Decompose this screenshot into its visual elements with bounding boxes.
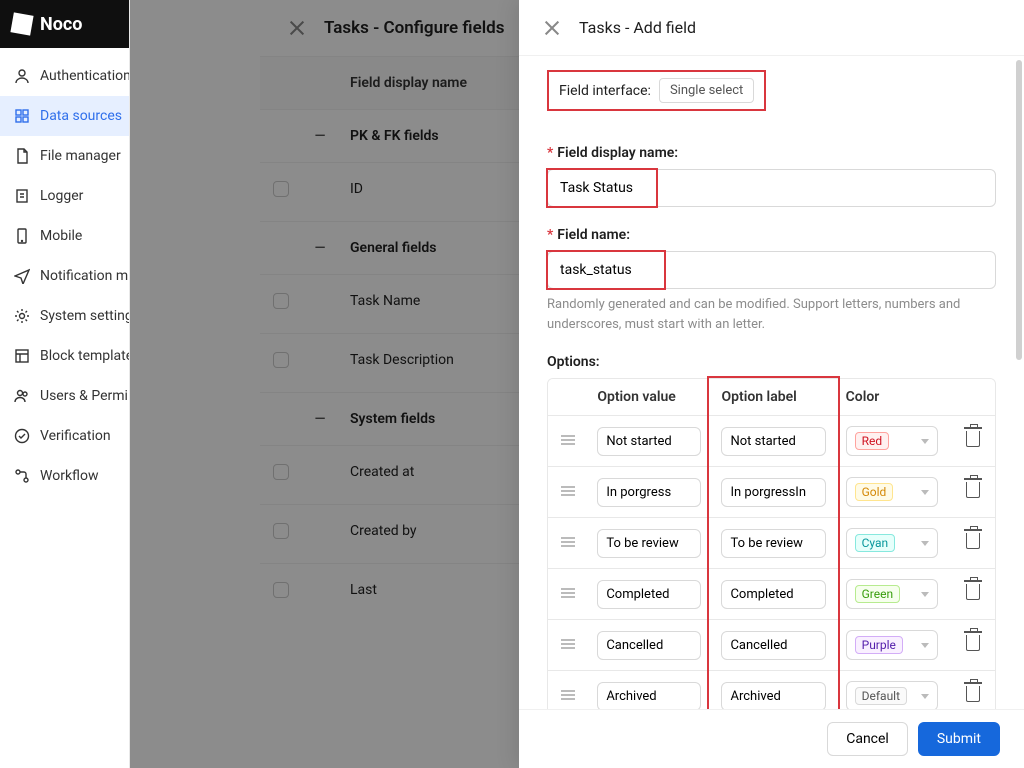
- option-label-input[interactable]: [721, 580, 825, 609]
- sidebar-item-data-sources[interactable]: Data sources: [0, 96, 129, 136]
- sidebar-item-label: Logger: [40, 188, 83, 204]
- field-interface-label: Field interface:: [559, 83, 651, 99]
- field-name-help: Randomly generated and can be modified. …: [547, 295, 996, 334]
- sidebar-item-workflow[interactable]: Workflow: [0, 456, 129, 496]
- drawer2-title: Tasks - Add field: [579, 18, 696, 37]
- chevron-down-icon: [921, 592, 929, 597]
- option-color-select[interactable]: Red: [846, 426, 938, 456]
- sidebar-item-label: Block template: [40, 348, 129, 364]
- col-option-label: Option label: [711, 379, 835, 416]
- drag-handle-icon[interactable]: [561, 588, 575, 598]
- drag-handle-icon[interactable]: [561, 690, 575, 700]
- db-icon: [14, 108, 30, 124]
- option-value-input[interactable]: [597, 631, 701, 660]
- trash-icon[interactable]: [966, 482, 980, 498]
- check-icon: [14, 428, 30, 444]
- chevron-down-icon: [921, 490, 929, 495]
- field-name-input[interactable]: [547, 251, 996, 289]
- option-color-select[interactable]: Default: [846, 681, 938, 709]
- submit-button[interactable]: Submit: [918, 722, 1000, 756]
- chevron-down-icon: [921, 541, 929, 546]
- drag-handle-icon[interactable]: [561, 435, 575, 445]
- option-label-input[interactable]: [721, 529, 825, 558]
- sidebar-item-label: Users & Permi: [40, 388, 128, 404]
- option-value-input[interactable]: [597, 529, 701, 558]
- sidebar-item-mobile[interactable]: Mobile: [0, 216, 129, 256]
- flow-icon: [14, 468, 30, 484]
- sidebar-item-notification-m[interactable]: Notification m: [0, 256, 129, 296]
- logo: Noco: [0, 0, 129, 48]
- option-row: Default: [548, 671, 995, 709]
- sidebar-item-verification[interactable]: Verification: [0, 416, 129, 456]
- option-row: Gold: [548, 467, 995, 518]
- cancel-button[interactable]: Cancel: [827, 722, 908, 756]
- chevron-down-icon: [921, 694, 929, 699]
- sidebar-item-label: Notification m: [40, 268, 128, 284]
- option-value-input[interactable]: [597, 580, 701, 609]
- options-table: Option value Option label Color Red Gold C…: [547, 378, 996, 709]
- add-field-drawer: Tasks - Add field Field interface: Singl…: [519, 0, 1024, 768]
- trash-icon[interactable]: [966, 635, 980, 651]
- option-value-input[interactable]: [597, 682, 701, 710]
- close-icon[interactable]: [543, 19, 561, 37]
- option-color-select[interactable]: Green: [846, 579, 938, 609]
- trash-icon[interactable]: [966, 431, 980, 447]
- logo-icon: [10, 12, 33, 35]
- option-row: Green: [548, 569, 995, 620]
- file-icon: [14, 148, 30, 164]
- drag-handle-icon[interactable]: [561, 486, 575, 496]
- log-icon: [14, 188, 30, 204]
- sidebar-item-block-template[interactable]: Block template: [0, 336, 129, 376]
- col-color: Color: [836, 379, 952, 416]
- trash-icon[interactable]: [966, 584, 980, 600]
- drag-handle-icon[interactable]: [561, 639, 575, 649]
- option-color-select[interactable]: Purple: [846, 630, 938, 660]
- sidebar-item-logger[interactable]: Logger: [0, 176, 129, 216]
- option-label-input[interactable]: [721, 478, 825, 507]
- field-interface-select[interactable]: Single select: [659, 78, 754, 103]
- option-row: Cyan: [548, 518, 995, 569]
- sidebar: Noco Authentication Data sources File mana…: [0, 0, 130, 768]
- option-label-input[interactable]: [721, 682, 825, 710]
- option-value-input[interactable]: [597, 427, 701, 456]
- option-row: Purple: [548, 620, 995, 671]
- sidebar-item-label: Data sources: [40, 108, 122, 124]
- sidebar-item-system-setting[interactable]: System setting: [0, 296, 129, 336]
- col-option-value: Option value: [587, 379, 711, 416]
- trash-icon[interactable]: [966, 686, 980, 702]
- sidebar-item-users-permi[interactable]: Users & Permi: [0, 376, 129, 416]
- sidebar-item-label: Mobile: [40, 228, 82, 244]
- sidebar-item-label: System setting: [40, 308, 129, 324]
- sidebar-item-file-manager[interactable]: File manager: [0, 136, 129, 176]
- option-label-input[interactable]: [721, 427, 825, 456]
- display-name-label: *Field display name:: [547, 145, 996, 161]
- field-name-label: *Field name:: [547, 227, 996, 243]
- user-icon: [14, 68, 30, 84]
- sidebar-item-label: Workflow: [40, 468, 99, 484]
- mobile-icon: [14, 228, 30, 244]
- sidebar-item-label: File manager: [40, 148, 121, 164]
- option-color-select[interactable]: Gold: [846, 477, 938, 507]
- drag-handle-icon[interactable]: [561, 537, 575, 547]
- trash-icon[interactable]: [966, 533, 980, 549]
- users-icon: [14, 388, 30, 404]
- logo-text: Noco: [40, 14, 82, 35]
- block-icon: [14, 348, 30, 364]
- sidebar-item-label: Authentication: [40, 68, 129, 84]
- chevron-down-icon: [921, 643, 929, 648]
- bell-icon: [14, 268, 30, 284]
- display-name-input[interactable]: [547, 169, 996, 207]
- option-label-input[interactable]: [721, 631, 825, 660]
- option-row: Red: [548, 416, 995, 467]
- field-interface-row: Field interface: Single select: [547, 70, 766, 111]
- chevron-down-icon: [921, 439, 929, 444]
- sidebar-item-authentication[interactable]: Authentication: [0, 56, 129, 96]
- sidebar-item-label: Verification: [40, 428, 111, 444]
- option-color-select[interactable]: Cyan: [846, 528, 938, 558]
- option-value-input[interactable]: [597, 478, 701, 507]
- options-label: Options:: [547, 354, 996, 370]
- gear-icon: [14, 308, 30, 324]
